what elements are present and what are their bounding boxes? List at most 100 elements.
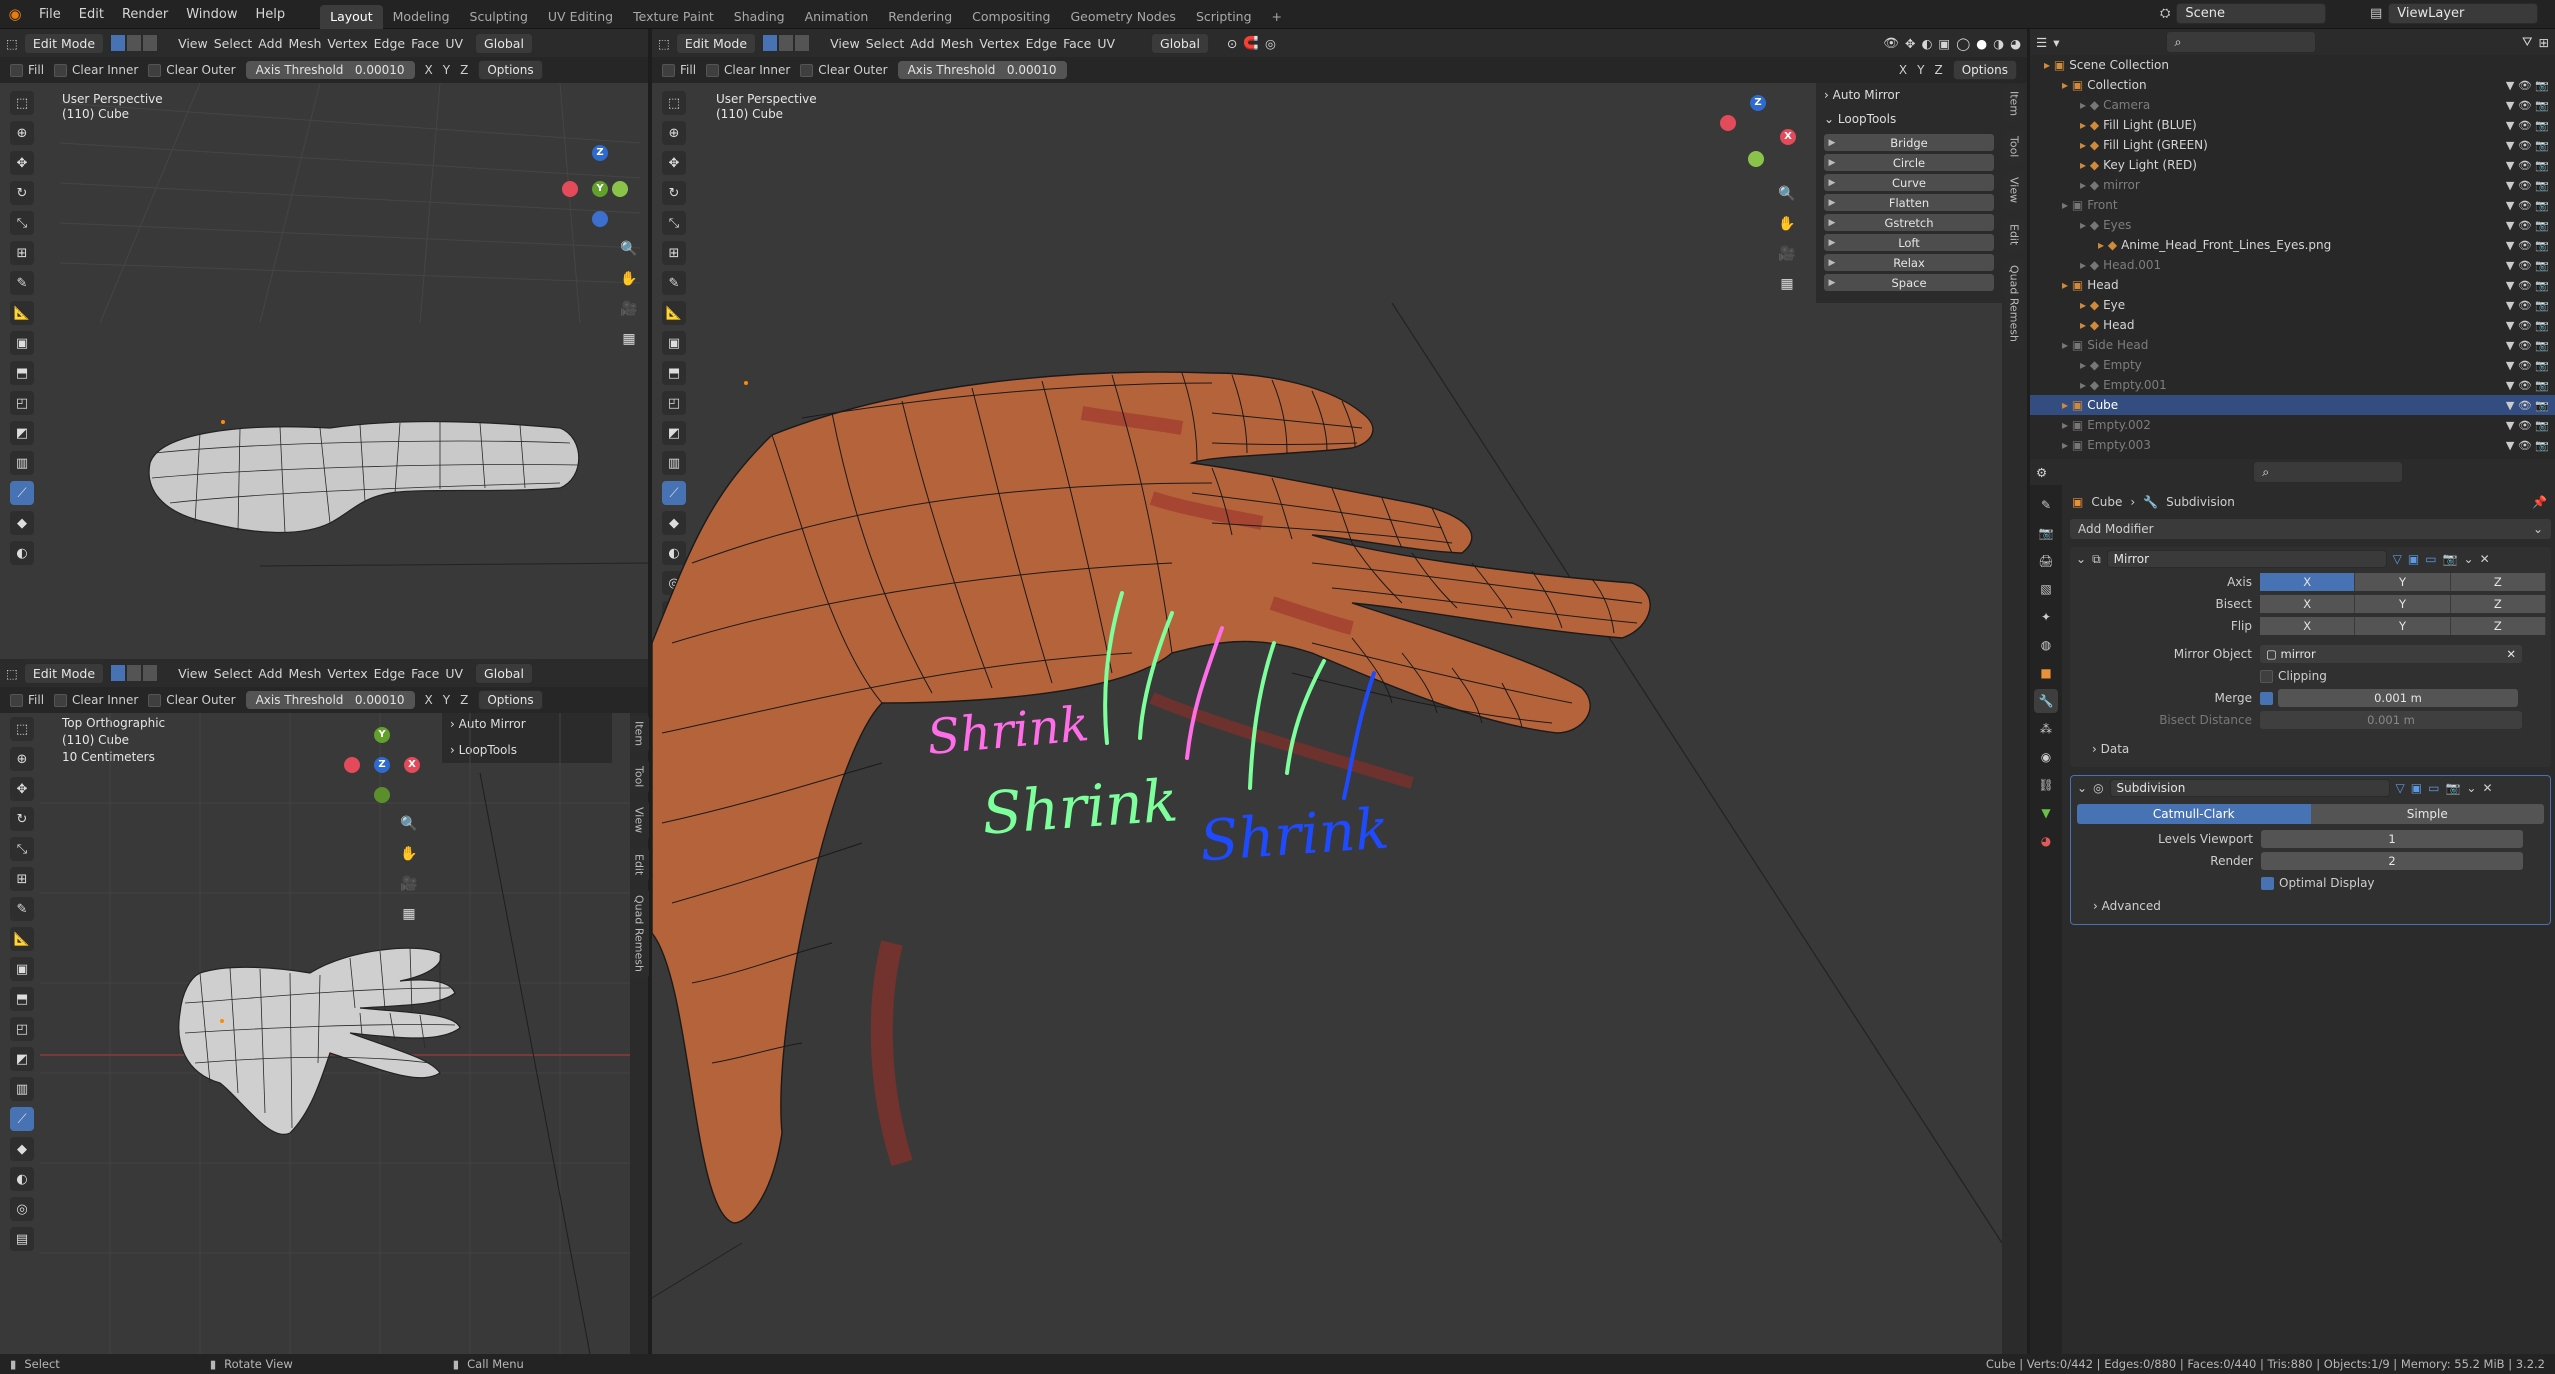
fill-option[interactable]: Fill [662,63,696,77]
gizmo-y-neg-icon[interactable] [374,787,390,803]
bisect-toggle[interactable]: XYZ [2260,595,2546,613]
cage-toggle-icon[interactable]: ▣ [2411,781,2422,795]
dropdown-icon[interactable]: ⌄ [2466,781,2476,795]
menu-uv[interactable]: UV [445,666,463,681]
merge-checkbox[interactable] [2260,691,2273,705]
data-subpanel[interactable]: › Data [2070,737,2551,761]
fill-option[interactable]: Fill [10,693,44,707]
visibility-toggles[interactable]: ▼ 👁 📷 [2506,379,2549,392]
shading-rendered-icon[interactable]: ◕ [2010,36,2021,51]
outliner-row[interactable]: ▸ ◆ mirror ▼ 👁 📷 [2030,175,2555,195]
outliner-row[interactable]: ▸ ◆ Anime_Head_Front_Lines_Eyes.png ▼ 👁 📷 [2030,235,2555,255]
fill-option[interactable]: Fill [10,63,44,77]
outliner-row[interactable]: ▸ ◆ Key Light (RED) ▼ 👁 📷 [2030,155,2555,175]
menu-edge[interactable]: Edge [374,36,405,51]
outliner-row[interactable]: ▸ ▣ Side Head ▼ 👁 📷 [2030,335,2555,355]
clear-inner-option[interactable]: Clear Inner [54,63,138,77]
looptools-bridge-button[interactable]: ▶ Bridge [1824,134,1994,151]
looptools-flatten-button[interactable]: ▶ Flatten [1824,194,1994,211]
tab-tool[interactable]: Tool [2004,130,2024,164]
menu-mesh[interactable]: Mesh [289,666,322,681]
clear-inner-option[interactable]: Clear Inner [706,63,790,77]
output-props-icon[interactable]: 🖨 [2034,549,2058,573]
render-props-icon[interactable]: 📷 [2034,521,2058,545]
visibility-toggles[interactable]: ▼ 👁 📷 [2506,219,2549,232]
tab-modeling[interactable]: Modeling [383,5,460,29]
visibility-toggles[interactable]: ▼ 👁 📷 [2506,339,2549,352]
clear-inner-option[interactable]: Clear Inner [54,693,138,707]
zoom-icon[interactable]: 🔍 [398,813,420,835]
outliner-row[interactable]: ▸ ◆ Fill Light (BLUE) ▼ 👁 📷 [2030,115,2555,135]
menu-uv[interactable]: UV [1097,36,1115,51]
pivot-icon[interactable]: ⊙ [1227,36,1237,51]
shading-solid-icon[interactable]: ● [1976,36,1987,51]
add-modifier-dropdown[interactable]: Add Modifier ⌄ [2070,519,2551,539]
menu-mesh[interactable]: Mesh [289,36,322,51]
menu-add[interactable]: Add [258,36,282,51]
tab-sculpting[interactable]: Sculpting [460,5,538,29]
tab-layout[interactable]: Layout [320,4,383,29]
axis-threshold-field[interactable]: Axis Threshold 0.00010 [245,691,415,709]
tab-view[interactable]: View [629,801,649,840]
visibility-toggles[interactable]: ▼ 👁 📷 [2506,359,2549,372]
axis-x-toggle[interactable]: X [425,63,433,77]
menu-vertex[interactable]: Vertex [327,666,367,681]
axis-x-toggle[interactable]: X [425,693,433,707]
visibility-toggles[interactable]: ▼ 👁 📷 [2506,439,2549,452]
axis-z-toggle[interactable]: Z [460,63,468,77]
simple-button[interactable]: Simple [2310,804,2544,824]
optimal-display-checkbox[interactable]: Optimal Display [2261,876,2375,890]
gizmo-y-icon[interactable]: Y [592,181,608,197]
tab-edit[interactable]: Edit [2004,217,2024,251]
editor-type-icon[interactable]: ⚙ [2036,465,2047,480]
visibility-toggles[interactable]: ▼ 👁 📷 [2506,99,2549,112]
axis-threshold-field[interactable]: Axis Threshold 0.00010 [897,61,1067,79]
tab-texture-paint[interactable]: Texture Paint [623,5,724,29]
xray-icon[interactable]: ▣ [1938,36,1950,51]
panel-looptools[interactable]: ⌄ LoopTools [1816,107,2002,131]
outliner-search-icon[interactable]: ⌕ [2165,31,2316,53]
looptools-space-button[interactable]: ▶ Space [1824,274,1994,291]
menu-edge[interactable]: Edge [1026,36,1057,51]
proportional-icon[interactable]: ◎ [1265,36,1276,51]
axis-z-toggle[interactable]: Z [1934,63,1942,77]
options-dropdown[interactable]: Options [478,60,543,80]
world-props-icon[interactable]: ◍ [2034,633,2058,657]
camera-view-icon[interactable]: 🎥 [1776,243,1798,265]
constraints-props-icon[interactable]: ⛓ [2034,773,2058,797]
view-layer-props-icon[interactable]: ▧ [2034,577,2058,601]
ortho-grid-icon[interactable]: ▦ [1776,273,1798,295]
editor-type-icon[interactable]: ☰ [2036,35,2047,50]
visibility-toggles[interactable]: ▼ 👁 📷 [2506,419,2549,432]
close-icon[interactable]: ✕ [2482,781,2492,795]
visibility-toggles[interactable]: ▼ 👁 📷 [2506,139,2549,152]
looptools-circle-button[interactable]: ▶ Circle [1824,154,1994,171]
visibility-icon[interactable]: 👁 [1883,35,1899,51]
modifier-props-icon[interactable]: 🔧 [2034,689,2058,713]
menu-select[interactable]: Select [866,36,905,51]
scene-props-icon[interactable]: ✦ [2034,605,2058,629]
viewport-canvas[interactable]: Top Orthographic (110) Cube 10 Centimete… [0,713,630,1354]
edit-mode-toggle-icon[interactable]: ▽ [2396,781,2405,795]
axis-y-toggle[interactable]: Y [443,63,450,77]
tab-compositing[interactable]: Compositing [962,5,1060,29]
axis-y-toggle[interactable]: Y [1917,63,1924,77]
options-dropdown[interactable]: Options [478,690,543,710]
add-workspace-icon[interactable]: + [1262,5,1292,29]
outliner-row[interactable]: ▸ ▣ Scene Collection [2030,55,2555,75]
render-toggle-icon[interactable]: 📷 [2445,781,2460,795]
looptools-loft-button[interactable]: ▶ Loft [1824,234,1994,251]
mode-selector[interactable]: Edit Mode [675,32,757,54]
pan-hand-icon[interactable]: ✋ [618,268,640,290]
outliner-row[interactable]: ▸ ▣ Empty.003 ▼ 👁 📷 [2030,435,2555,455]
menu-help[interactable]: Help [247,0,295,29]
shading-material-icon[interactable]: ◑ [1993,36,2004,51]
looptools-relax-button[interactable]: ▶ Relax [1824,254,1994,271]
zoom-icon[interactable]: 🔍 [1776,183,1798,205]
visibility-toggles[interactable]: ▼ 👁 📷 [2506,159,2549,172]
gizmo-z-icon[interactable]: Z [374,757,390,773]
visibility-toggles[interactable]: ▼ 👁 📷 [2506,79,2549,92]
cage-toggle-icon[interactable]: ▣ [2408,552,2419,566]
shading-wireframe-icon[interactable]: ◯ [1956,36,1970,51]
visibility-toggles[interactable]: ▼ 👁 📷 [2506,239,2549,252]
